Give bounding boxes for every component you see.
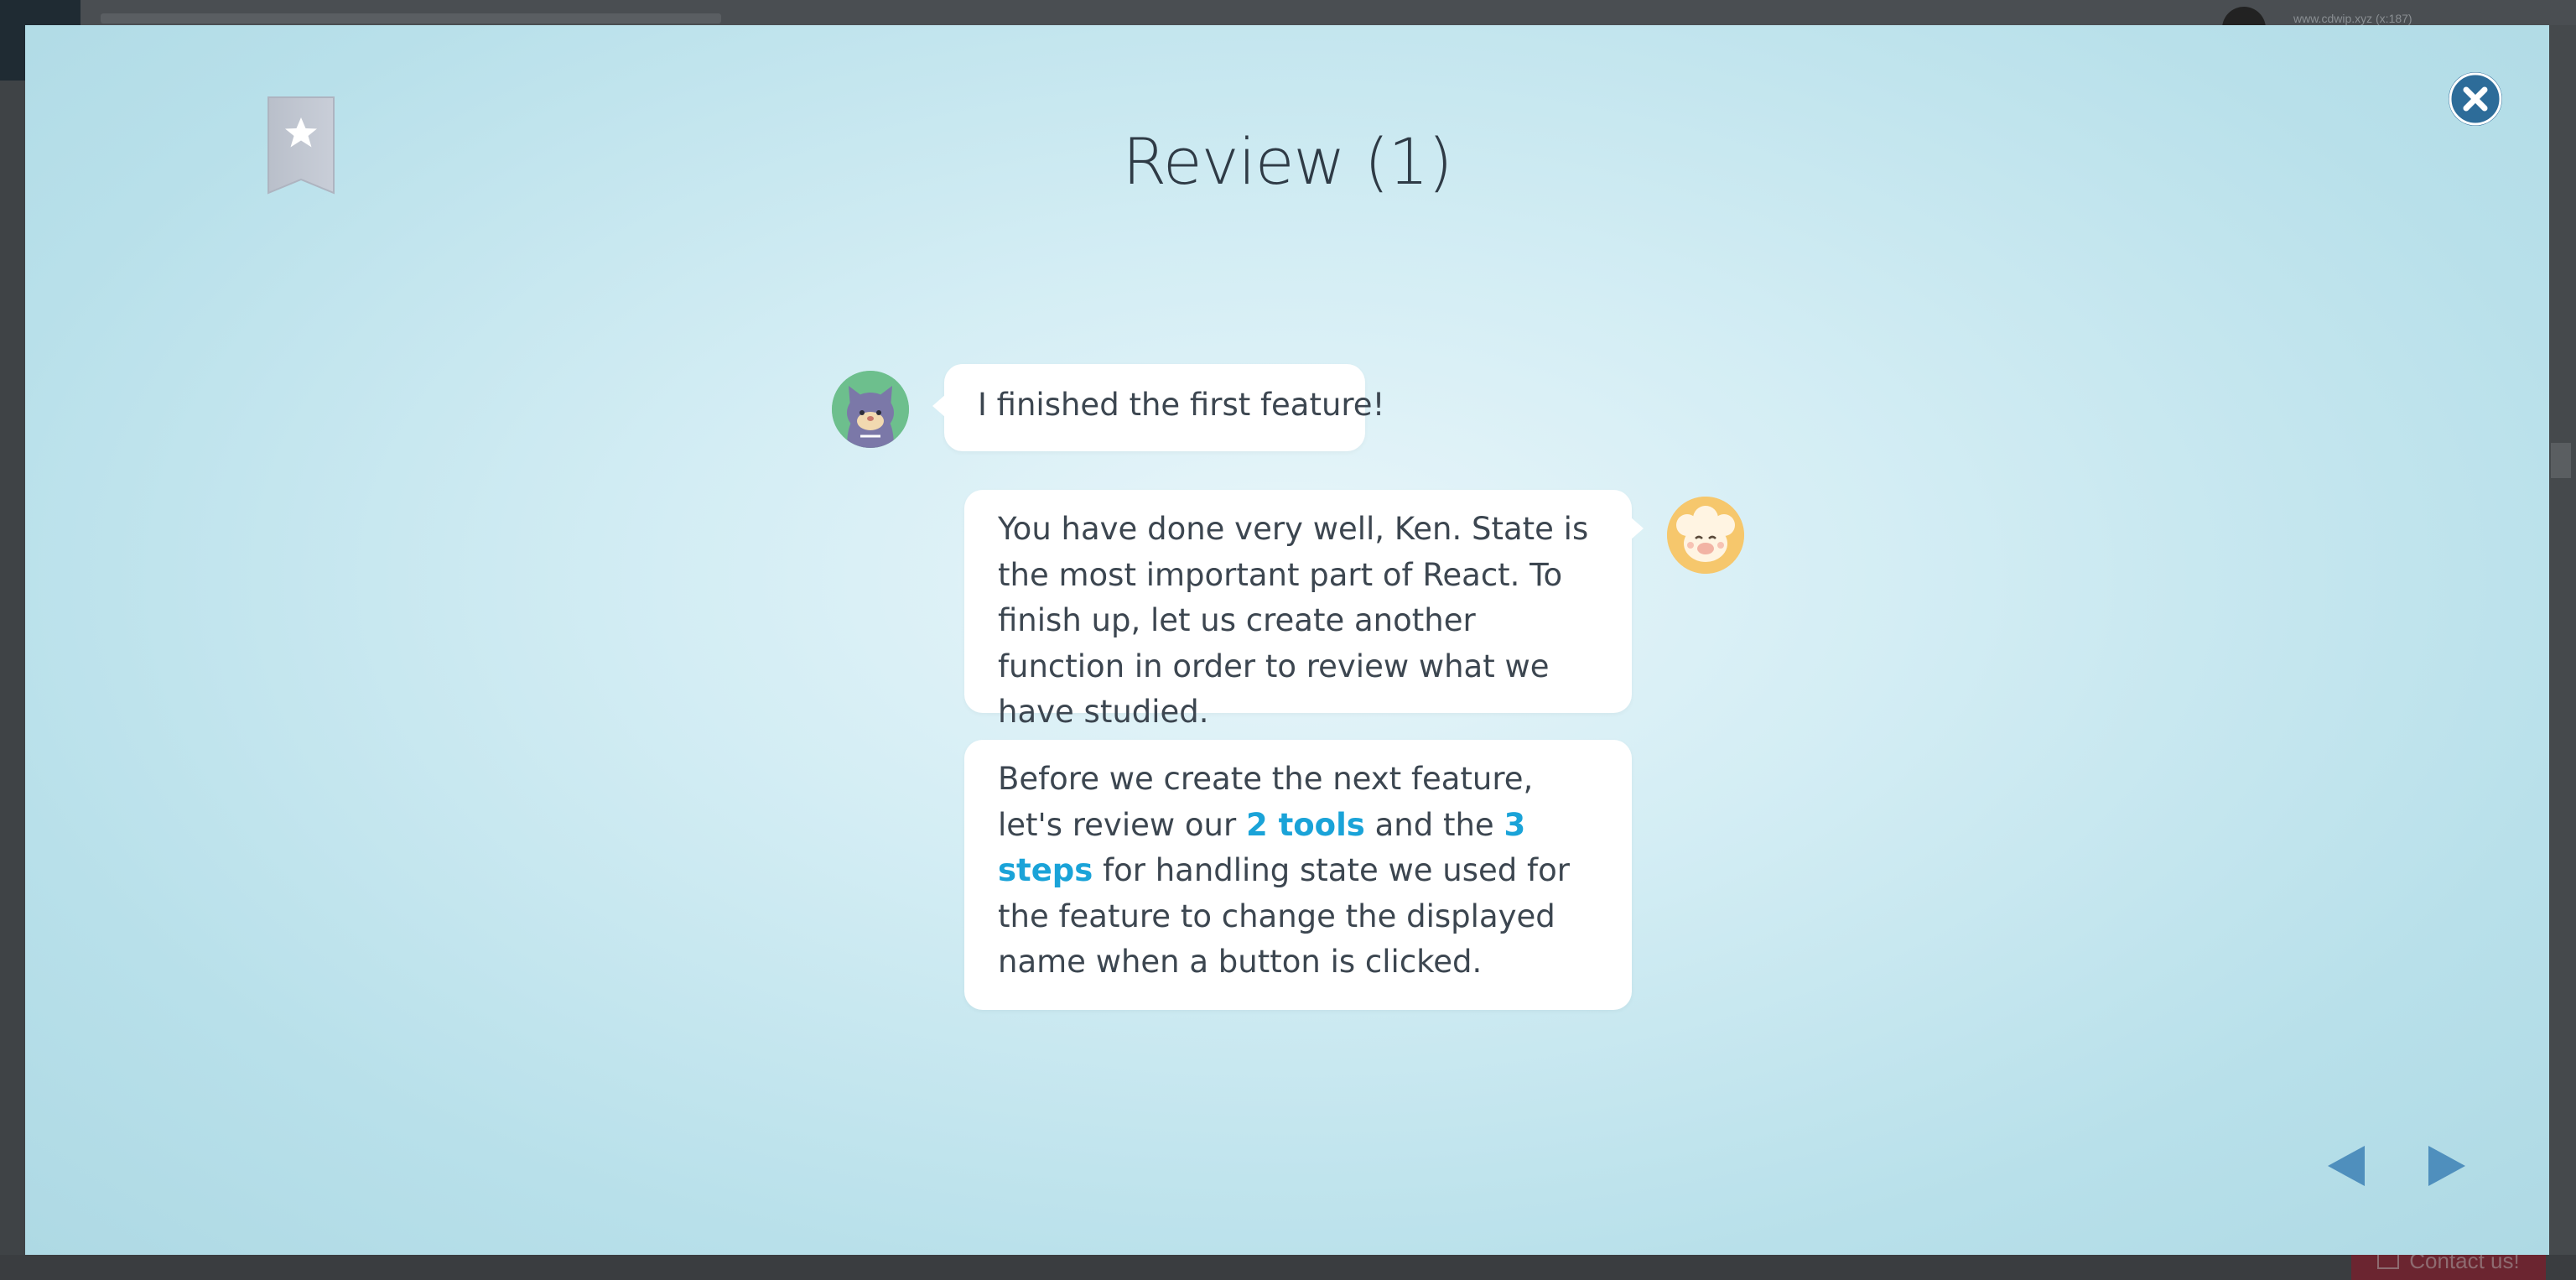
- page-title: Review (1): [1122, 124, 1453, 199]
- chat-message-text-part: and the: [1364, 806, 1504, 843]
- triangle-left-icon: [2328, 1146, 2365, 1186]
- chat-message-text: I finished the first feature!: [978, 387, 1385, 423]
- highlight-2-tools: 2 tools: [1245, 806, 1365, 843]
- chat-bubble-mentor: Before we create the next feature, let's…: [964, 740, 1632, 1010]
- review-modal: Review (1) I finished the first feature!…: [25, 25, 2549, 1255]
- chat-bubble-user: I finished the first feature!: [932, 364, 1384, 451]
- background-scrollbar: [2546, 25, 2576, 1255]
- cat-avatar: [832, 371, 909, 448]
- background-user-text: www.cdwip.xyz (x:187): [2293, 12, 2412, 25]
- sheep-avatar: [1667, 497, 1744, 574]
- previous-button[interactable]: [2323, 1141, 2370, 1191]
- chat-bubble-mentor: You have done very well, Ken. State is t…: [964, 490, 1644, 730]
- next-button[interactable]: [2423, 1141, 2470, 1191]
- envelope-icon: [2377, 1252, 2400, 1269]
- background-bottom-bar: [0, 1255, 2576, 1280]
- background-address-bar: [101, 13, 721, 23]
- chat-message-text: You have done very well, Ken. State is t…: [998, 511, 1589, 730]
- background-scrollbar-thumb: [2551, 443, 2571, 478]
- close-button[interactable]: [2449, 72, 2502, 126]
- triangle-right-icon: [2428, 1146, 2465, 1186]
- close-icon: [2449, 72, 2502, 126]
